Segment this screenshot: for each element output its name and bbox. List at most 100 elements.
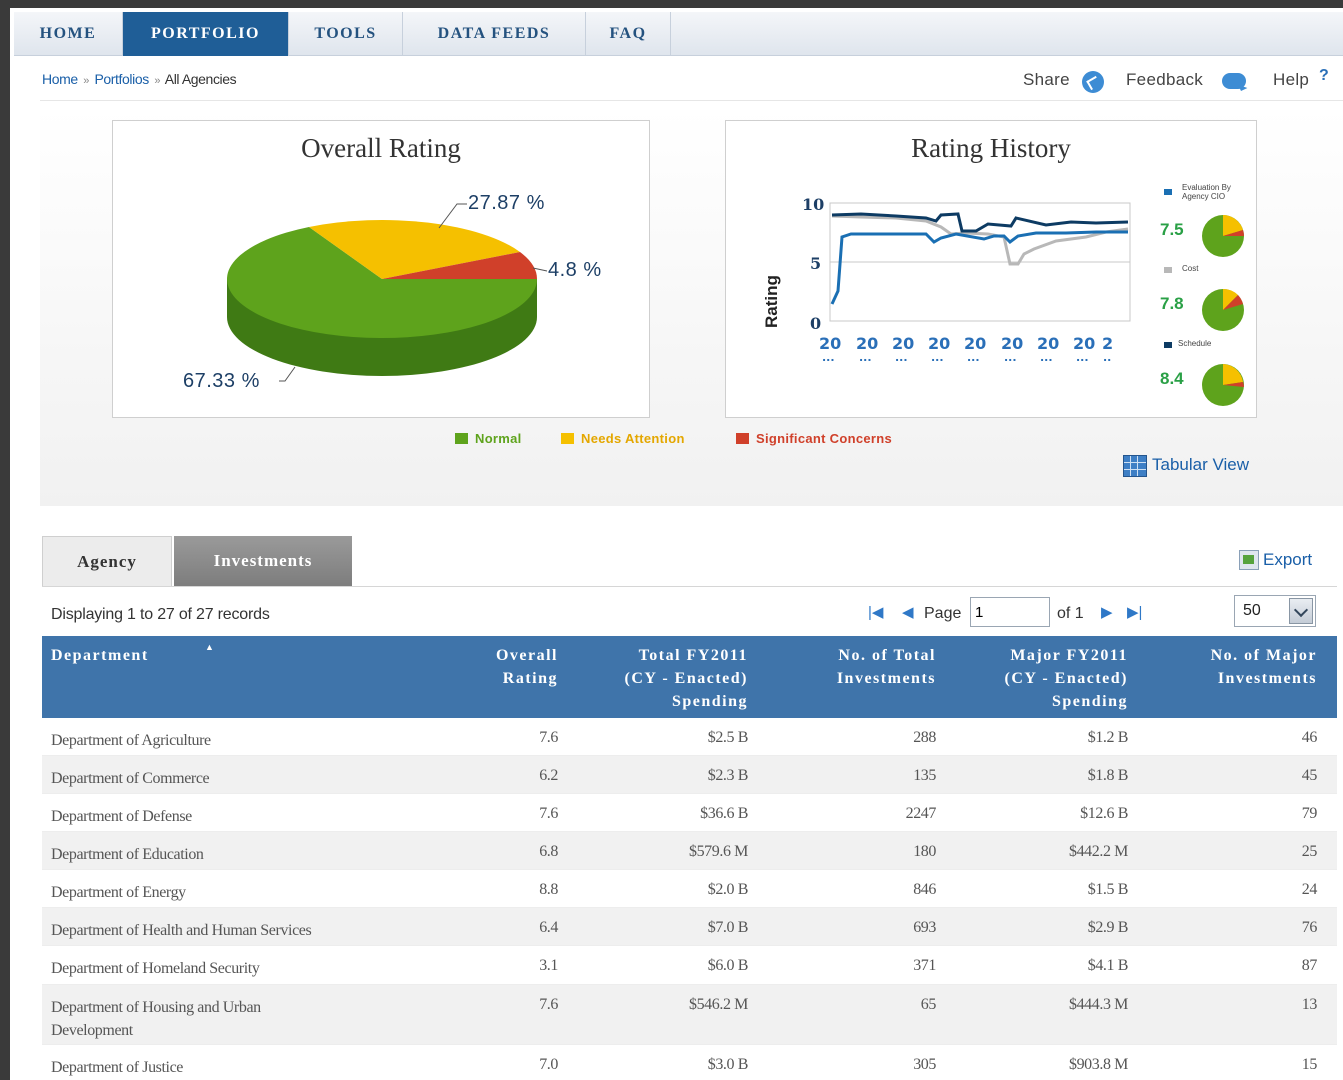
cell-rating: 8.8 [539,881,558,898]
tab-agency[interactable]: Agency [42,536,172,586]
cell-major-investments: 45 [1301,767,1318,784]
breadcrumb-home[interactable]: Home [42,71,78,87]
cell-major-investments: 25 [1301,843,1318,860]
x-tick-ellipsis: ... [895,351,908,364]
legend-swatch-normal [455,433,468,444]
cell-department[interactable]: Department of Health and Human Services [51,919,381,942]
breadcrumb: Home » Portfolios » All Agencies [42,71,237,87]
legend-label-needs-attention: Needs Attention [581,431,685,446]
score-schedule: 8.4 [1160,369,1184,388]
tab-investments[interactable]: Investments [174,536,352,586]
col-total-investments-line: No. of Total [838,647,936,664]
cell-total-spending: $2.5 B [707,729,749,746]
cell-major-investments: 79 [1301,805,1318,822]
cell-major-spending: $4.1 B [1087,957,1129,974]
page-input[interactable] [970,597,1050,627]
table-row[interactable]: Department of Homeland Security 3.1 $6.0… [42,946,1337,985]
mini-pie-cost [1202,288,1244,331]
chevron-down-icon[interactable] [1289,598,1313,624]
sort-indicator-icon: ▲ [205,642,216,652]
pie-label-needs-attention: 27.87 % [468,192,545,214]
score-cost: 7.8 [1160,294,1184,313]
cell-department[interactable]: Department of Agriculture [51,729,381,752]
table-row[interactable]: Department of Education 6.8 $579.6 M 180… [42,832,1337,870]
page-size-select[interactable]: 50 [1234,595,1316,627]
page-label: Page [924,605,962,622]
cell-rating: 6.8 [539,843,558,860]
legend-needs-attention: Needs Attention [561,431,685,446]
table-row[interactable]: Department of Health and Human Services … [42,908,1337,946]
legend-normal: Normal [455,431,522,446]
col-major-spending[interactable]: Major FY2011 (CY - Enacted) Spending [962,644,1128,713]
cell-total-investments: 371 [913,957,936,974]
mini-pie-schedule [1202,364,1244,406]
rating-history-panel: Rating History Rating 10 5 0 20 20 20 20… [725,120,1257,418]
legend-label-schedule: Schedule [1178,339,1212,348]
col-total-spending-line: (CY - Enacted) [624,670,748,687]
cell-total-investments: 846 [913,881,936,898]
cell-total-spending: $7.0 B [707,919,749,936]
export-icon[interactable] [1239,550,1259,570]
help-link[interactable]: Help [1273,70,1309,90]
export-link[interactable]: Export [1263,550,1312,570]
cell-department[interactable]: Department of Justice [51,1056,381,1079]
cell-total-investments: 693 [913,919,936,936]
prev-page-icon[interactable]: ◀ [902,603,914,621]
feedback-icon[interactable] [1222,73,1246,89]
table-row[interactable]: Department of Defense 7.6 $36.6 B 2247 $… [42,794,1337,832]
nav-tab-home[interactable]: HOME [14,12,123,56]
share-link[interactable]: Share [1023,70,1070,90]
col-major-investments-line: Investments [1217,670,1317,687]
table-row[interactable]: Department of Commerce 6.2 $2.3 B 135 $1… [42,756,1337,794]
col-department[interactable]: Department [51,644,149,667]
pie-label-significant: 4.8 % [548,259,602,281]
col-total-spending[interactable]: Total FY2011 (CY - Enacted) Spending [582,644,748,713]
feedback-link[interactable]: Feedback [1126,70,1203,90]
x-tick-ellipsis: ... [1040,351,1053,364]
cell-total-spending: $579.6 M [688,843,748,860]
nav-tab-faq[interactable]: FAQ [586,12,671,56]
cell-department[interactable]: Department of Education [51,843,381,866]
table-row[interactable]: Department of Energy 8.8 $2.0 B 846 $1.5… [42,870,1337,908]
cell-major-spending: $1.5 B [1087,881,1129,898]
x-tick-ellipsis: ... [822,351,835,364]
cell-total-investments: 180 [913,843,936,860]
col-total-investments[interactable]: No. of Total Investments [782,644,936,690]
breadcrumb-separator: » [83,75,89,87]
col-total-spending-line: Total FY2011 [638,647,748,664]
help-icon[interactable]: ? [1319,67,1329,85]
table-grid-icon[interactable] [1123,455,1147,477]
cell-department[interactable]: Department of Homeland Security [51,957,381,980]
y-tick: 10 [802,195,825,214]
pie-label-normal: 67.33 % [183,370,260,392]
leader-line [279,366,296,382]
col-overall-rating[interactable]: Overall Rating [452,644,558,690]
table-row[interactable]: Department of Agriculture 7.6 $2.5 B 288… [42,718,1337,756]
cell-department[interactable]: Department of Defense [51,805,381,828]
cell-department[interactable]: Department of Housing and Urban Developm… [51,996,321,1042]
share-icon[interactable] [1082,71,1104,93]
breadcrumb-portfolios[interactable]: Portfolios [94,71,149,87]
cell-major-investments: 87 [1301,957,1318,974]
col-total-investments-line: Investments [836,670,936,687]
cell-total-spending: $6.0 B [707,957,749,974]
legend-swatch-cost [1164,267,1172,273]
cell-department[interactable]: Department of Commerce [51,767,381,790]
last-page-icon[interactable]: ▶| [1127,603,1142,621]
cell-department[interactable]: Department of Energy [51,881,381,904]
nav-tab-portfolio[interactable]: PORTFOLIO [123,12,289,56]
table-row[interactable]: Department of Housing and Urban Developm… [42,985,1337,1045]
pagination-bar: Displaying 1 to 27 of 27 records |◀ ◀ Pa… [42,586,1337,636]
table-row[interactable]: Department of Justice 7.0 $3.0 B 305 $90… [42,1045,1337,1080]
cell-major-spending: $903.8 M [1068,1056,1128,1073]
tabular-view-link[interactable]: Tabular View [1152,455,1249,475]
x-tick-ellipsis: ... [1076,351,1089,364]
leader-line [438,203,467,229]
cell-total-spending: $36.6 B [700,805,748,822]
breadcrumb-current: All Agencies [164,71,237,87]
first-page-icon[interactable]: |◀ [868,603,883,621]
col-major-investments[interactable]: No. of Major Investments [1162,644,1317,690]
nav-tab-tools[interactable]: TOOLS [289,12,403,56]
nav-tab-data-feeds[interactable]: DATA FEEDS [403,12,586,56]
next-page-icon[interactable]: ▶ [1101,603,1113,621]
